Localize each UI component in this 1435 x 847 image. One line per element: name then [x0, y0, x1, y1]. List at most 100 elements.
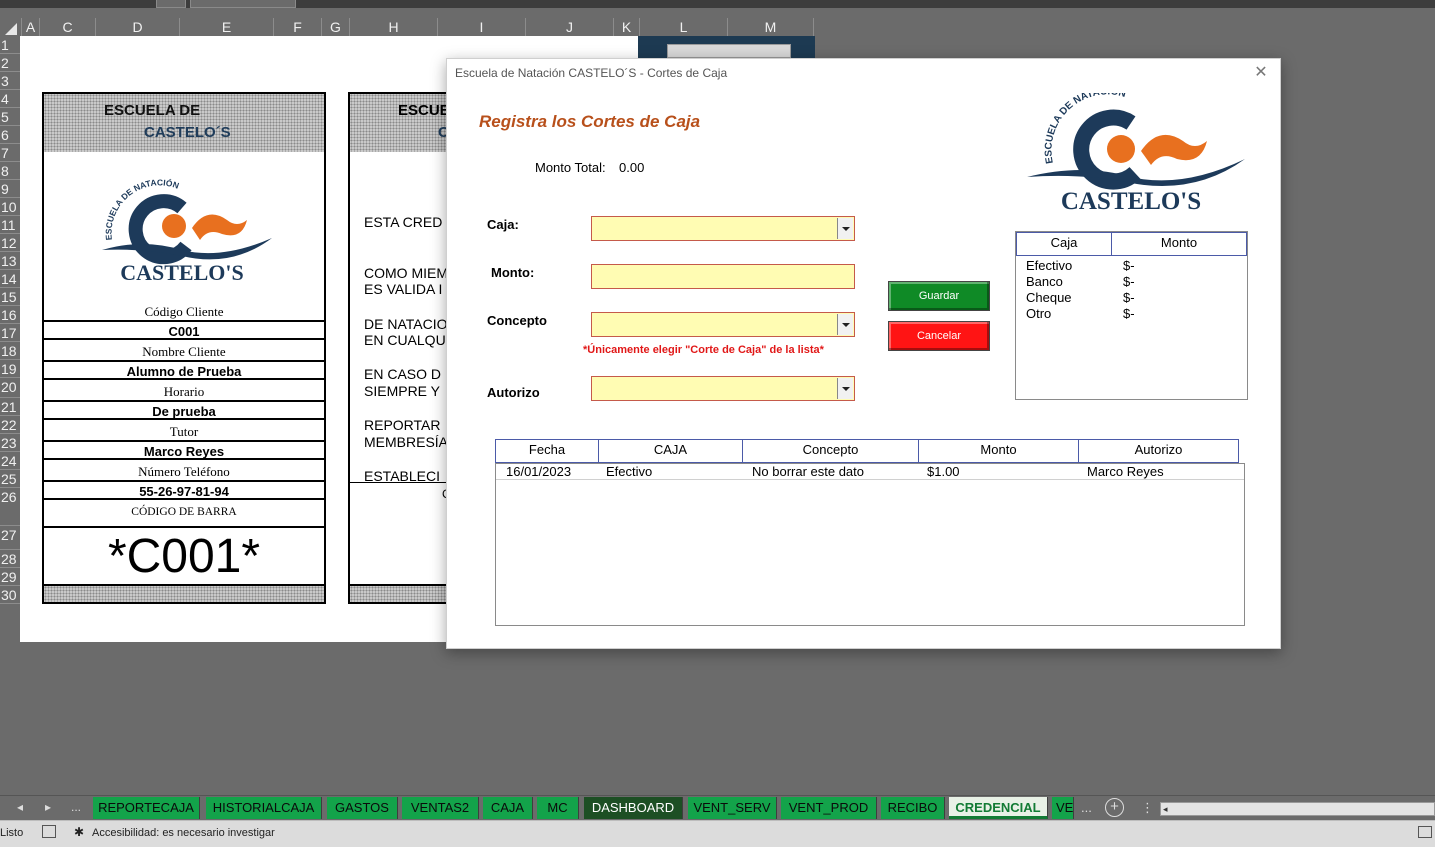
- column-header-cell[interactable]: H: [350, 18, 438, 36]
- row-header-cell[interactable]: 6: [0, 126, 20, 144]
- sheet-tabs-bar: ◂ ▸ ... REPORTECAJA HISTORIALCAJA GASTOS…: [0, 795, 1435, 819]
- row-header-cell[interactable]: 23: [0, 434, 20, 452]
- column-header-cell[interactable]: M: [728, 18, 814, 36]
- row-header-cell[interactable]: 7: [0, 144, 20, 162]
- row-header-cell[interactable]: 17: [0, 324, 20, 342]
- concepto-select[interactable]: [591, 312, 855, 337]
- caja-summary-list[interactable]: Caja Monto Efectivo $- Banco $- Cheque $…: [1015, 231, 1248, 400]
- summary-monto: $-: [1123, 306, 1135, 321]
- row-header-cell[interactable]: 26: [0, 488, 20, 526]
- chevron-down-icon[interactable]: [837, 378, 853, 399]
- column-header-cell[interactable]: F: [274, 18, 322, 36]
- row-header-cell[interactable]: 24: [0, 452, 20, 470]
- column-header-cell[interactable]: I: [438, 18, 526, 36]
- logo-name: CASTELO'S: [120, 260, 244, 285]
- tab-more-right[interactable]: ...: [1081, 800, 1092, 815]
- tab-scroll-left-icon[interactable]: ◂: [17, 800, 23, 814]
- castelos-logo: ESCUELA DE NATACIÓN CASTELO'S: [102, 177, 272, 285]
- accessibility-status[interactable]: Accesibilidad: es necesario investigar: [92, 827, 275, 839]
- tab-ventas2[interactable]: VENTAS2: [402, 797, 479, 819]
- tab-vent-serv[interactable]: VENT_SERV: [688, 797, 777, 819]
- column-header-cell[interactable]: J: [526, 18, 614, 36]
- close-icon[interactable]: ✕: [1250, 62, 1272, 84]
- column-header-concepto[interactable]: Concepto: [743, 439, 919, 463]
- chevron-down-icon[interactable]: [837, 218, 853, 239]
- row-header-cell[interactable]: 9: [0, 180, 20, 198]
- row-header-cell[interactable]: 15: [0, 288, 20, 306]
- row-header-cell[interactable]: 13: [0, 252, 20, 270]
- display-settings-icon[interactable]: [1418, 826, 1432, 838]
- column-header-caja[interactable]: CAJA: [599, 439, 743, 463]
- row-header-cell[interactable]: 1: [0, 36, 20, 54]
- tab-recibo[interactable]: RECIBO: [881, 797, 945, 819]
- row-header-cell[interactable]: 2: [0, 54, 20, 72]
- column-header-cell[interactable]: D: [96, 18, 180, 36]
- row-header-cell[interactable]: 18: [0, 342, 20, 360]
- column-header-cell[interactable]: E: [180, 18, 274, 36]
- cancelar-button[interactable]: Cancelar: [888, 321, 990, 351]
- autorizo-label: Autorizo: [487, 385, 540, 400]
- tab-gastos[interactable]: GASTOS: [327, 797, 398, 819]
- add-sheet-icon[interactable]: +: [1105, 798, 1124, 817]
- chevron-down-icon[interactable]: [837, 314, 853, 335]
- row-header-cell[interactable]: 19: [0, 360, 20, 378]
- row-header-cell[interactable]: 30: [0, 586, 20, 604]
- window-tab[interactable]: [190, 0, 296, 8]
- cortes-table[interactable]: 16/01/2023 Efectivo No borrar este dato …: [495, 463, 1245, 626]
- row-header-cell[interactable]: 20: [0, 378, 20, 398]
- scroll-left-icon[interactable]: ◂: [1163, 804, 1173, 814]
- summary-header-monto: Monto: [1112, 233, 1247, 255]
- autorizo-select[interactable]: [591, 376, 855, 401]
- status-ready: Listo: [0, 827, 24, 839]
- row-header-cell[interactable]: 16: [0, 306, 20, 324]
- row-header-cell[interactable]: 25: [0, 470, 20, 488]
- options-icon[interactable]: ⋮: [1141, 800, 1154, 816]
- guardar-button[interactable]: Guardar: [888, 281, 990, 311]
- sheet-shape-button[interactable]: [667, 44, 791, 58]
- tab-dashboard[interactable]: DASHBOARD: [584, 797, 683, 819]
- summary-caja: Efectivo: [1026, 258, 1073, 273]
- card-header-line2: CASTELO´S: [144, 124, 231, 141]
- column-header-cell[interactable]: G: [322, 18, 350, 36]
- column-header-fecha[interactable]: Fecha: [495, 439, 599, 463]
- accessibility-icon[interactable]: ✱: [74, 825, 88, 839]
- select-all-corner[interactable]: [0, 18, 22, 36]
- tab-reportecaja[interactable]: REPORTECAJA: [93, 797, 200, 819]
- tab-ve[interactable]: VE: [1052, 797, 1074, 819]
- row-header-cell[interactable]: 22: [0, 416, 20, 434]
- row-header-cell[interactable]: 27: [0, 526, 20, 550]
- table-row[interactable]: 16/01/2023 Efectivo No borrar este dato …: [496, 464, 1244, 480]
- row-header-cell[interactable]: 11: [0, 216, 20, 234]
- horizontal-scrollbar[interactable]: ◂: [1160, 802, 1435, 816]
- caja-select[interactable]: [591, 216, 855, 241]
- tab-more-left[interactable]: ...: [71, 800, 81, 814]
- tab-caja[interactable]: CAJA: [483, 797, 533, 819]
- row-header-cell[interactable]: 28: [0, 550, 20, 568]
- tab-vent-prod[interactable]: VENT_PROD: [781, 797, 877, 819]
- row-header-cell[interactable]: 5: [0, 108, 20, 126]
- castelos-logo: ESCUELA DE NATACIÓN CASTELO'S: [1027, 93, 1245, 215]
- row-header-cell[interactable]: 3: [0, 72, 20, 90]
- row-header-cell[interactable]: 8: [0, 162, 20, 180]
- column-header-monto[interactable]: Monto: [919, 439, 1079, 463]
- row-header-cell[interactable]: 4: [0, 90, 20, 108]
- column-header-cell[interactable]: L: [640, 18, 728, 36]
- tab-mc[interactable]: MC: [537, 797, 579, 819]
- column-header-autorizo[interactable]: Autorizo: [1079, 439, 1239, 463]
- row-header-cell[interactable]: 10: [0, 198, 20, 216]
- column-header-cell[interactable]: K: [614, 18, 640, 36]
- column-header-cell[interactable]: A: [22, 18, 40, 36]
- row-header-cell[interactable]: 14: [0, 270, 20, 288]
- macro-record-icon[interactable]: [42, 825, 56, 838]
- window-tab[interactable]: [156, 0, 186, 8]
- tab-historialcaja[interactable]: HISTORIALCAJA: [206, 797, 322, 819]
- monto-input[interactable]: [591, 264, 855, 289]
- card-back-line: REPORTAR: [364, 417, 441, 433]
- row-header-cell[interactable]: 21: [0, 398, 20, 416]
- column-header-cell[interactable]: C: [40, 18, 96, 36]
- row-header-cell[interactable]: 12: [0, 234, 20, 252]
- row-header-cell[interactable]: 29: [0, 568, 20, 586]
- tab-scroll-right-icon[interactable]: ▸: [45, 800, 51, 814]
- tab-credencial[interactable]: CREDENCIAL: [949, 797, 1048, 819]
- telefono-label: Número Teléfono: [138, 464, 230, 479]
